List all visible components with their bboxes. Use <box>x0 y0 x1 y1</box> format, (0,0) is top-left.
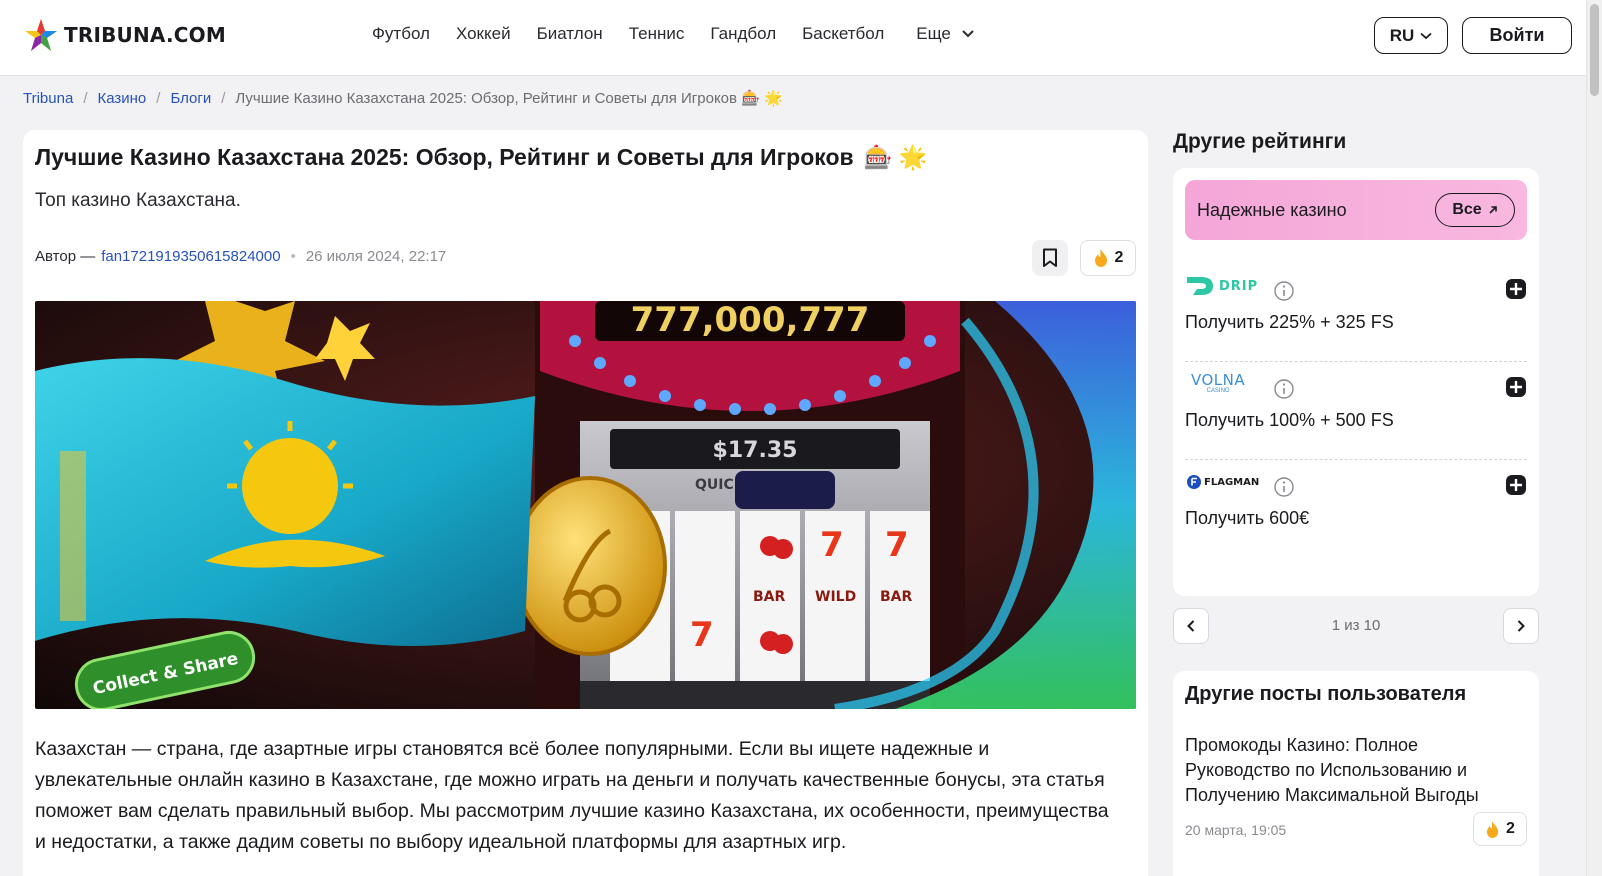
casino-name-flagman: FLAGMAN <box>1204 476 1260 488</box>
all-ratings-button[interactable]: Все <box>1435 193 1515 227</box>
language-selector[interactable]: RU <box>1374 17 1448 54</box>
casino-subname-volna: CASINO <box>1206 388 1230 394</box>
svg-text:7: 7 <box>690 615 714 655</box>
chevron-down-icon <box>1420 32 1432 39</box>
article-card: Лучшие Казино Казахстана 2025: Обзор, Ре… <box>23 130 1148 876</box>
meta-separator: • <box>290 248 296 265</box>
post-reaction-button[interactable]: 2 <box>1473 812 1527 846</box>
site-header: TRIBUNA.COM Футбол Хоккей Биатлон Теннис… <box>0 0 1586 76</box>
logo-text: TRIBUNA.COM <box>64 23 226 47</box>
expand-plus-icon[interactable] <box>1505 376 1527 398</box>
rating-banner-label: Надежные казино <box>1197 199 1347 220</box>
casino-name-volna: VOLNA <box>1191 371 1246 389</box>
svg-text:$17.35: $17.35 <box>713 438 798 463</box>
info-icon[interactable] <box>1273 378 1295 400</box>
author-link[interactable]: fan1721919350615824000 <box>101 248 280 265</box>
svg-text:BAR: BAR <box>880 589 913 605</box>
casino-offer-drip[interactable]: Получить 225% + 325 FS <box>1185 312 1394 333</box>
svg-text:BAR: BAR <box>753 589 786 605</box>
nav-more-label: Еще <box>916 24 951 43</box>
article-meta: Автор — fan1721919350615824000 • 26 июля… <box>35 248 446 265</box>
casino-row-drip[interactable]: DRIP Получить 225% + 325 FS <box>1185 264 1527 362</box>
rating-banner: Надежные казино Все <box>1185 180 1527 240</box>
svg-text:7: 7 <box>885 525 909 565</box>
article-title: Лучшие Казино Казахстана 2025: Обзор, Ре… <box>35 144 927 171</box>
expand-plus-icon[interactable] <box>1505 278 1527 300</box>
article-title-emoji: 🎰 🌟 <box>863 144 928 170</box>
article-subtitle: Топ казино Казахстана. <box>35 190 241 211</box>
bookmark-icon <box>1043 248 1057 267</box>
breadcrumb-separator: / <box>221 89 226 107</box>
nav-item-hockey[interactable]: Хоккей <box>456 24 511 44</box>
nav-item-basketball[interactable]: Баскетбол <box>802 24 884 44</box>
nav-item-tennis[interactable]: Теннис <box>629 24 685 44</box>
login-button[interactable]: Войти <box>1462 17 1572 54</box>
chevron-right-icon <box>1517 620 1525 632</box>
user-posts-heading: Другие посты пользователя <box>1185 683 1467 705</box>
casino-logo-flagman: FLAGMAN <box>1185 470 1527 494</box>
svg-text:WILD: WILD <box>815 589 856 605</box>
article-title-text: Лучшие Казино Казахстана 2025: Обзор, Ре… <box>35 144 854 170</box>
pager-label: 1 из 10 <box>1331 617 1381 634</box>
casino-name-drip: DRIP <box>1219 278 1259 294</box>
main-nav: Футбол Хоккей Биатлон Теннис Гандбол Бас… <box>372 24 975 44</box>
casino-row-flagman[interactable]: FLAGMAN Получить 600€ <box>1185 460 1527 558</box>
flagman-logo-icon <box>1187 475 1201 489</box>
article-hero-image: 777,000,777 $17.35 QUICK HIT <box>35 301 1136 709</box>
arrow-up-right-icon <box>1489 206 1497 214</box>
svg-text:777,000,777: 777,000,777 <box>631 301 870 340</box>
info-icon[interactable] <box>1273 476 1295 498</box>
breadcrumb-casino[interactable]: Казино <box>97 90 146 107</box>
expand-plus-icon[interactable] <box>1505 474 1527 496</box>
casino-row-volna[interactable]: VOLNA CASINO Получить 100% + 500 FS <box>1185 362 1527 460</box>
post-link[interactable]: Промокоды Казино: Полное Руководство по … <box>1185 733 1525 808</box>
reaction-fire-button[interactable]: 2 <box>1080 240 1136 276</box>
nav-item-handball[interactable]: Гандбол <box>710 24 776 44</box>
user-posts-card: Другие посты пользователя Промокоды Кази… <box>1173 671 1539 876</box>
bookmark-button[interactable] <box>1032 240 1068 276</box>
ratings-card: Надежные казино Все DRIP Получить 225% +… <box>1173 168 1539 596</box>
flame-icon <box>1094 249 1107 267</box>
scrollbar-thumb[interactable] <box>1590 4 1599 96</box>
breadcrumb-separator: / <box>83 89 88 107</box>
post-reaction-count: 2 <box>1506 820 1515 837</box>
all-ratings-label: Все <box>1452 201 1482 218</box>
other-ratings-heading: Другие рейтинги <box>1173 130 1347 153</box>
nav-item-biathlon[interactable]: Биатлон <box>537 24 603 44</box>
drip-logo-icon <box>1187 277 1213 295</box>
breadcrumb-separator: / <box>156 89 161 107</box>
page-scrollbar[interactable] <box>1586 0 1602 876</box>
article-body: Казахстан — страна, где азартные игры ст… <box>35 738 1109 853</box>
chevron-down-icon <box>962 30 974 38</box>
casino-logo-volna: VOLNA CASINO <box>1185 372 1527 396</box>
reaction-count: 2 <box>1114 249 1124 266</box>
casino-logo-drip: DRIP <box>1185 274 1527 298</box>
breadcrumb: Tribuna / Казино / Блоги / Лучшие Казино… <box>23 89 783 108</box>
info-icon[interactable] <box>1273 280 1295 302</box>
pager-next-button[interactable] <box>1503 608 1539 644</box>
site-logo[interactable]: TRIBUNA.COM <box>24 18 226 52</box>
nav-item-football[interactable]: Футбол <box>372 24 430 44</box>
post-date: 20 марта, 19:05 <box>1185 822 1287 838</box>
casino-offer-volna[interactable]: Получить 100% + 500 FS <box>1185 410 1394 431</box>
nav-more-dropdown[interactable]: Еще <box>916 24 975 44</box>
breadcrumb-blogs[interactable]: Блоги <box>170 90 211 107</box>
breadcrumb-current: Лучшие Казино Казахстана 2025: Обзор, Ре… <box>235 90 783 107</box>
ratings-pager: 1 из 10 <box>1173 608 1539 646</box>
star-logo-icon <box>25 19 57 51</box>
breadcrumb-tribuna[interactable]: Tribuna <box>23 90 73 107</box>
language-label: RU <box>1389 25 1415 45</box>
svg-text:7: 7 <box>820 525 844 565</box>
casino-offer-flagman[interactable]: Получить 600€ <box>1185 508 1309 529</box>
casino-illustration: 777,000,777 $17.35 QUICK HIT <box>35 301 1136 709</box>
author-prefix: Автор — <box>35 248 96 265</box>
flame-icon <box>1486 820 1499 838</box>
article-date: 26 июля 2024, 22:17 <box>305 248 447 265</box>
